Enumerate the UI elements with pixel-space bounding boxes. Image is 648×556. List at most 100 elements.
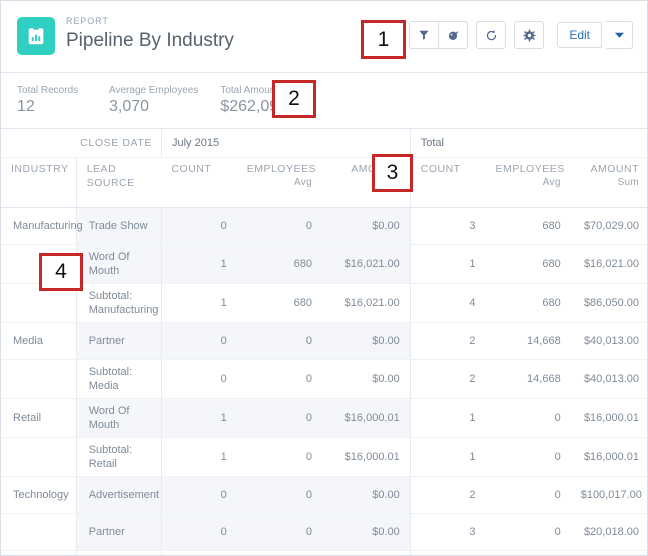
cell-employees: 0 [236, 359, 322, 399]
cell-lead-source: Subtotal: Media [75, 359, 162, 399]
header-total-count[interactable]: COUNT [409, 157, 486, 208]
cell-lead-source: Word Of Mouth [75, 398, 162, 438]
stat-total-records: Total Records 12 [11, 84, 103, 117]
cell-count: 0 [161, 322, 237, 360]
cell-lead-source: Subtotal: Manufacturing [75, 283, 162, 323]
table-row[interactable]: Subtotal: Manufacturing 1 680 $16,021.00 4 68… [1, 283, 647, 323]
header-employees[interactable]: EMPLOYEES Avg [236, 157, 322, 208]
header-total-employees[interactable]: EMPLOYEES Avg [485, 157, 571, 208]
cell-employees: 0 [236, 398, 322, 438]
summary-stats-bar: Total Records 12 Average Employees 3,070… [1, 73, 647, 129]
refresh-button[interactable] [476, 21, 507, 49]
cell-total-employees: 14,668 [485, 322, 571, 360]
cell-lead-source: Advertisement [75, 476, 162, 514]
annotation-marker-2: 2 [272, 80, 316, 118]
cell-lead-source: Subtotal: Technology [75, 550, 162, 555]
cell-amount: $0.00 [321, 550, 411, 555]
cell-industry: Media [1, 322, 77, 360]
cell-total-count: 5 [409, 550, 486, 555]
chevron-down-icon[interactable] [606, 21, 633, 49]
total-group-label: Total [409, 129, 647, 158]
cell-total-count: 3 [409, 207, 486, 245]
cell-total-count: 4 [409, 283, 486, 323]
cell-count: 0 [161, 207, 237, 245]
cell-amount: $0.00 [321, 359, 411, 399]
header-count[interactable]: COUNT [161, 157, 237, 208]
record-type-label: REPORT [66, 16, 109, 26]
cell-amount: $0.00 [321, 476, 411, 514]
cell-amount: $0.00 [321, 207, 411, 245]
funnel-filter-icon-button[interactable] [409, 21, 440, 49]
table-row[interactable]: Subtotal: Media 0 0 $0.00 2 14,668 $40,013.00 [1, 359, 647, 399]
cell-amount: $0.00 [321, 322, 411, 360]
cell-count: 0 [161, 513, 237, 551]
cell-industry [1, 513, 77, 551]
header-industry[interactable]: INDUSTRY [1, 157, 77, 208]
table-row[interactable]: Partner 0 0 $0.00 3 0 $20,018.00 [1, 513, 647, 551]
annotation-marker-3: 3 [372, 154, 413, 192]
cell-total-amount: $100,017.00 [570, 476, 647, 514]
report-table-container[interactable]: CLOSE DATE July 2015 Total INDUSTRY LEAD… [1, 129, 647, 555]
report-table: CLOSE DATE July 2015 Total INDUSTRY LEAD… [1, 129, 647, 555]
cell-employees: 0 [236, 550, 322, 555]
table-row[interactable]: Subtotal: Technology00$0.0050$120,035.00 [1, 550, 647, 555]
cell-lead-source: Partner [75, 513, 162, 551]
cell-employees: 680 [236, 244, 322, 284]
cell-industry [1, 437, 77, 477]
cell-count: 0 [161, 476, 237, 514]
header-total-amount-aggregate: Sum [617, 177, 639, 188]
cell-lead-source: Subtotal: Retail [75, 437, 162, 477]
cell-amount: $16,021.00 [321, 283, 411, 323]
cell-total-amount: $20,018.00 [570, 513, 647, 551]
cell-total-employees: 680 [485, 283, 571, 323]
header-total-employees-label: EMPLOYEES [495, 163, 565, 175]
cell-employees: 0 [236, 322, 322, 360]
header-employees-aggregate: Avg [293, 177, 312, 188]
cell-total-employees: 680 [485, 244, 571, 284]
cell-employees: 0 [236, 476, 322, 514]
column-group-header-row: CLOSE DATE July 2015 Total [1, 129, 647, 158]
table-row[interactable]: Subtotal: Retail 1 0 $16,000.01 1 0 $16,000.01 [1, 437, 647, 477]
cell-industry: Technology [1, 476, 77, 514]
header-lead-source[interactable]: LEAD SOURCE [75, 157, 162, 208]
cell-total-amount: $16,000.01 [570, 437, 647, 477]
cell-lead-source: Word Of Mouth [75, 244, 162, 284]
cell-total-amount: $16,000.01 [570, 398, 647, 438]
cell-count: 0 [161, 550, 237, 555]
edit-button[interactable]: Edit [557, 22, 602, 48]
stat-label: Average Employees [109, 85, 199, 96]
title-block: REPORT Pipeline By Industry [66, 15, 234, 52]
header-total-employees-aggregate: Avg [542, 177, 561, 188]
cell-amount: $16,000.01 [321, 437, 411, 477]
cell-total-count: 3 [409, 513, 486, 551]
header-total-amount-label: AMOUNT [590, 163, 639, 175]
cell-total-employees: 0 [485, 437, 571, 477]
cell-amount: $16,000.01 [321, 398, 411, 438]
cell-amount: $16,021.00 [321, 244, 411, 284]
report-rows: Manufacturing Trade Show 0 0 $0.00 3 680 $70,02… [1, 207, 647, 555]
gear-icon-button[interactable] [514, 21, 545, 49]
cell-total-amount: $86,050.00 [570, 283, 647, 323]
stat-value: 12 [17, 98, 35, 115]
table-row[interactable]: Manufacturing Trade Show 0 0 $0.00 3 680 $70,02… [1, 207, 647, 245]
cell-total-amount: $40,013.00 [570, 359, 647, 399]
cell-count: 1 [161, 398, 237, 438]
cell-count: 1 [161, 437, 237, 477]
table-row[interactable]: Word Of Mouth 1 680 $16,021.00 1 680 $16,021.0… [1, 244, 647, 284]
report-toolbar: Edit [367, 15, 633, 49]
table-row[interactable]: Retail Word Of Mouth 1 0 $16,000.01 1 0 $16,000… [1, 398, 647, 438]
cell-total-employees: 0 [485, 513, 571, 551]
header-employees-label: EMPLOYEES [246, 163, 316, 175]
cell-employees: 0 [236, 437, 322, 477]
table-row[interactable]: Media Partner 0 0 $0.00 2 14,668 $40,013.00 [1, 322, 647, 360]
close-date-label: CLOSE DATE [1, 129, 162, 158]
header-total-amount[interactable]: AMOUNT Sum [570, 157, 647, 208]
table-row[interactable]: Technology Advertisement 0 0 $0.00 2 0 $100,017… [1, 476, 647, 514]
page-header: REPORT Pipeline By Industry Edit [1, 1, 647, 73]
cell-total-count: 1 [409, 398, 486, 438]
subscribe-bell-icon-button[interactable] [438, 21, 469, 49]
cell-industry: Manufacturing [1, 207, 83, 245]
stat-value: 3,070 [109, 98, 150, 115]
cell-count: 1 [161, 283, 237, 323]
cell-total-employees: 680 [485, 207, 571, 245]
